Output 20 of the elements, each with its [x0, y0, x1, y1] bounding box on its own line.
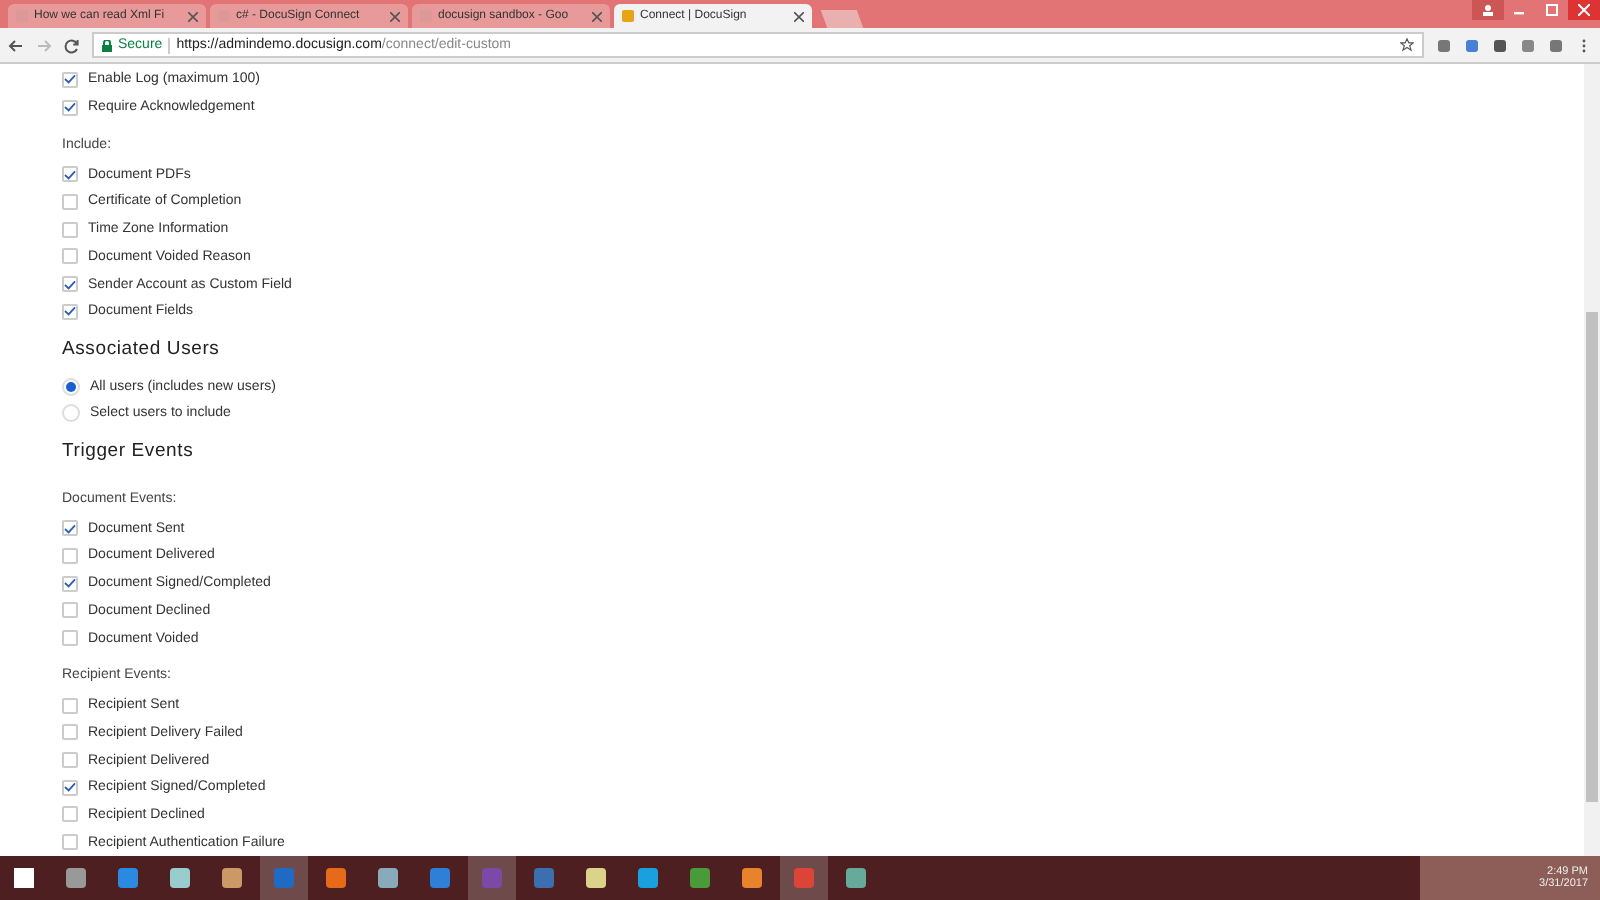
section-heading: Associated Users — [62, 335, 222, 363]
close-icon[interactable] — [390, 11, 400, 21]
section-heading: Trigger Events — [62, 438, 196, 466]
close-icon[interactable] — [188, 11, 198, 21]
maximize-icon[interactable] — [1546, 4, 1558, 16]
scrollbar[interactable] — [1584, 64, 1600, 856]
close-icon[interactable] — [592, 11, 602, 21]
close-icon[interactable] — [794, 11, 804, 21]
star-icon[interactable] — [1400, 38, 1414, 52]
close-button[interactable] — [1568, 0, 1600, 20]
checkbox[interactable] — [62, 276, 78, 292]
radio-button[interactable] — [62, 377, 80, 396]
close-icon — [1578, 4, 1590, 16]
radio-button[interactable] — [62, 404, 80, 423]
checkbox[interactable] — [62, 303, 78, 320]
user-icon[interactable] — [1472, 0, 1504, 20]
reload-icon[interactable] — [64, 37, 80, 53]
back-icon[interactable] — [8, 37, 24, 53]
page-icon — [622, 10, 634, 22]
lock-icon — [102, 39, 112, 51]
